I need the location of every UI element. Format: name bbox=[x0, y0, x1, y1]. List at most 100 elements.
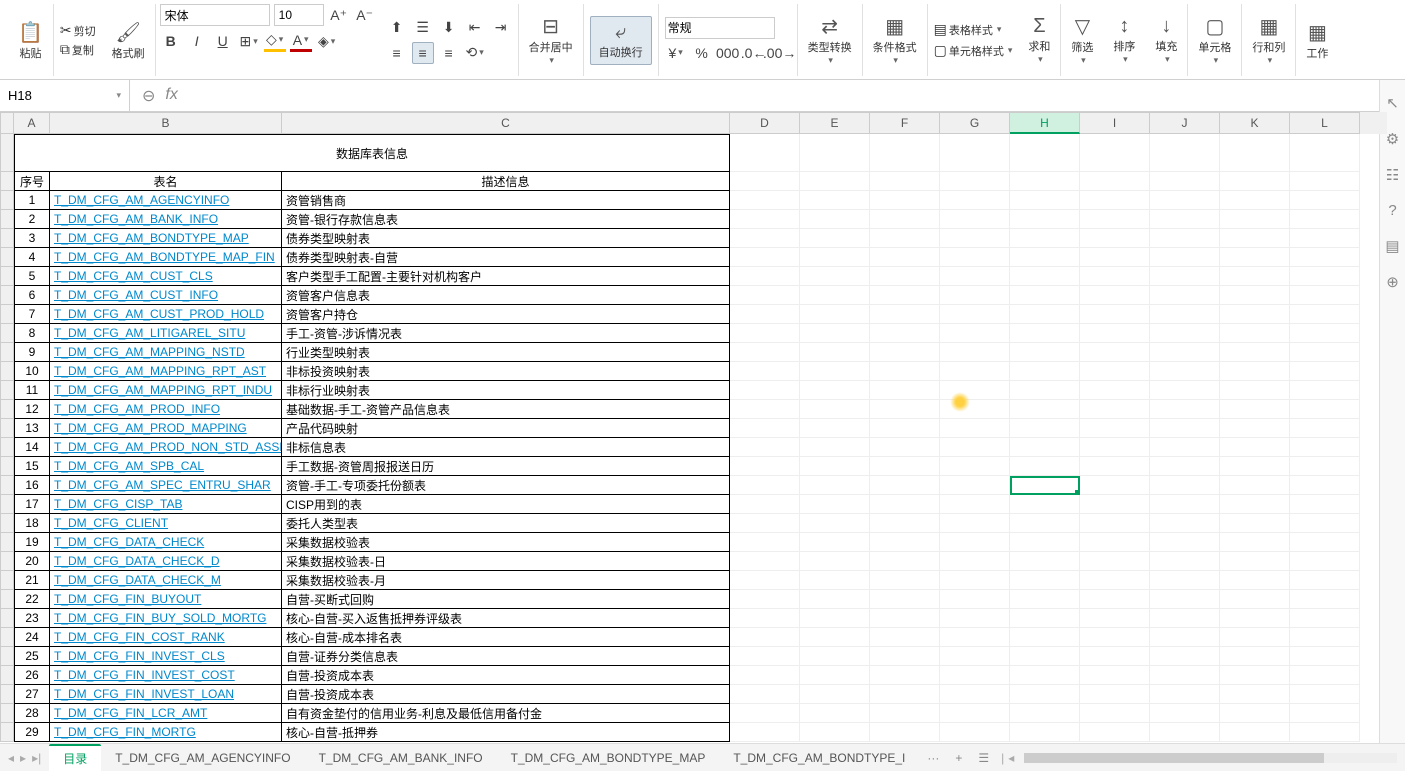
row-header[interactable] bbox=[0, 704, 14, 723]
filter-button[interactable]: ▽筛选 bbox=[1067, 12, 1097, 68]
row-header[interactable] bbox=[0, 552, 14, 571]
properties-icon[interactable]: ☷ bbox=[1386, 166, 1399, 184]
row-header[interactable] bbox=[0, 495, 14, 514]
table-link[interactable]: T_DM_CFG_FIN_MORTG bbox=[50, 723, 282, 742]
font-color-icon[interactable]: A bbox=[290, 30, 312, 52]
fill-color-icon[interactable]: ◇ bbox=[264, 30, 286, 52]
add-sheet-button[interactable]: + bbox=[947, 751, 970, 765]
decrease-decimal-icon[interactable]: .00→ bbox=[769, 42, 791, 64]
row-header[interactable] bbox=[0, 267, 14, 286]
tab-nav-prev-icon[interactable]: ▸ bbox=[20, 751, 26, 765]
align-top-icon[interactable]: ⬆ bbox=[386, 17, 408, 39]
select-all-corner[interactable] bbox=[0, 112, 14, 134]
align-center-icon[interactable]: ≡ bbox=[412, 42, 434, 64]
row-header[interactable] bbox=[0, 248, 14, 267]
table-link[interactable]: T_DM_CFG_FIN_INVEST_LOAN bbox=[50, 685, 282, 704]
horizontal-scrollbar[interactable] bbox=[1024, 753, 1397, 763]
table-link[interactable]: T_DM_CFG_AM_PROD_INFO bbox=[50, 400, 282, 419]
table-link[interactable]: T_DM_CFG_AM_MAPPING_NSTD bbox=[50, 343, 282, 362]
worksheet-button[interactable]: ▦工作 bbox=[1302, 18, 1332, 63]
col-header-C[interactable]: C bbox=[282, 112, 730, 134]
table-link[interactable]: T_DM_CFG_AM_MAPPING_RPT_AST bbox=[50, 362, 282, 381]
percent-icon[interactable]: % bbox=[691, 42, 713, 64]
table-link[interactable]: T_DM_CFG_AM_SPB_CAL bbox=[50, 457, 282, 476]
row-col-button[interactable]: ▦行和列 bbox=[1248, 12, 1289, 68]
paste-button[interactable]: 📋 粘贴 bbox=[14, 18, 47, 63]
table-link[interactable]: T_DM_CFG_CISP_TAB bbox=[50, 495, 282, 514]
hscroll-thumb[interactable] bbox=[1024, 753, 1324, 763]
align-middle-icon[interactable]: ☰ bbox=[412, 17, 434, 39]
font-size-select[interactable] bbox=[274, 4, 324, 26]
table-link[interactable]: T_DM_CFG_AM_BANK_INFO bbox=[50, 210, 282, 229]
align-left-icon[interactable]: ≡ bbox=[386, 42, 408, 64]
col-header-A[interactable]: A bbox=[14, 112, 50, 134]
row-header[interactable] bbox=[0, 210, 14, 229]
col-header-L[interactable]: L bbox=[1290, 112, 1360, 134]
row-header[interactable] bbox=[0, 685, 14, 704]
table-link[interactable]: T_DM_CFG_FIN_COST_RANK bbox=[50, 628, 282, 647]
row-header[interactable] bbox=[0, 533, 14, 552]
row-header[interactable] bbox=[0, 514, 14, 533]
row-header[interactable] bbox=[0, 647, 14, 666]
row-header[interactable] bbox=[0, 324, 14, 343]
table-link[interactable]: T_DM_CFG_DATA_CHECK bbox=[50, 533, 282, 552]
col-header-I[interactable]: I bbox=[1080, 112, 1150, 134]
help-icon[interactable]: ? bbox=[1388, 202, 1396, 219]
sheet-tab-active[interactable]: 目录 bbox=[49, 744, 101, 771]
tab-nav-last-icon[interactable]: ▸| bbox=[32, 751, 41, 765]
merge-center-button[interactable]: ⊟ 合并居中 bbox=[525, 12, 577, 68]
increase-font-icon[interactable]: A⁺ bbox=[328, 4, 350, 26]
copy-button[interactable]: ⧉复制 bbox=[60, 41, 94, 58]
row-header[interactable] bbox=[0, 438, 14, 457]
row-header[interactable] bbox=[0, 571, 14, 590]
decrease-font-icon[interactable]: A⁻ bbox=[354, 4, 376, 26]
table-link[interactable]: T_DM_CFG_CLIENT bbox=[50, 514, 282, 533]
cancel-formula-icon[interactable]: ⊖ bbox=[142, 86, 155, 106]
row-header[interactable] bbox=[0, 590, 14, 609]
row-header[interactable] bbox=[0, 172, 14, 191]
hscroll-left-icon[interactable]: ◂ bbox=[1008, 751, 1014, 765]
row-header[interactable] bbox=[0, 723, 14, 742]
currency-icon[interactable]: ¥ bbox=[665, 42, 687, 64]
cursor-icon[interactable]: ↖ bbox=[1386, 94, 1399, 112]
table-link[interactable]: T_DM_CFG_AM_PROD_NON_STD_ASSET bbox=[50, 438, 282, 457]
table-link[interactable]: T_DM_CFG_FIN_INVEST_COST bbox=[50, 666, 282, 685]
format-painter-button[interactable]: 🖌 格式刷 bbox=[108, 18, 149, 63]
clipboard-icon[interactable]: ▤ bbox=[1385, 237, 1399, 255]
sheet-tab[interactable]: T_DM_CFG_AM_BONDTYPE_MAP bbox=[497, 747, 720, 769]
fx-icon[interactable]: fx bbox=[165, 86, 177, 106]
row-header[interactable] bbox=[0, 457, 14, 476]
cut-button[interactable]: ✂剪切 bbox=[60, 22, 96, 39]
row-header[interactable] bbox=[0, 286, 14, 305]
col-header-E[interactable]: E bbox=[800, 112, 870, 134]
row-header[interactable] bbox=[0, 609, 14, 628]
row-header[interactable] bbox=[0, 628, 14, 647]
sheet-tab[interactable]: T_DM_CFG_AM_BANK_INFO bbox=[305, 747, 497, 769]
underline-icon[interactable]: U bbox=[212, 30, 234, 52]
tab-more[interactable]: ··· bbox=[919, 751, 947, 765]
indent-decrease-icon[interactable]: ⇤ bbox=[464, 17, 486, 39]
name-box[interactable]: H18 bbox=[0, 80, 130, 111]
col-header-F[interactable]: F bbox=[870, 112, 940, 134]
border-icon[interactable]: ⊞ bbox=[238, 30, 260, 52]
sort-button[interactable]: ↕排序 bbox=[1109, 13, 1139, 67]
sheet-tab[interactable]: T_DM_CFG_AM_AGENCYINFO bbox=[101, 747, 304, 769]
more-icon[interactable]: ⊕ bbox=[1386, 273, 1399, 291]
conditional-format-button[interactable]: ▦ 条件格式 bbox=[869, 12, 921, 68]
tab-nav-first-icon[interactable]: ◂ bbox=[8, 751, 14, 765]
table-link[interactable]: T_DM_CFG_DATA_CHECK_D bbox=[50, 552, 282, 571]
row-header[interactable] bbox=[0, 191, 14, 210]
row-header[interactable] bbox=[0, 229, 14, 248]
col-header-K[interactable]: K bbox=[1220, 112, 1290, 134]
table-link[interactable]: T_DM_CFG_AM_SPEC_ENTRU_SHAR bbox=[50, 476, 282, 495]
row-header[interactable] bbox=[0, 362, 14, 381]
sheet-tab[interactable]: T_DM_CFG_AM_BONDTYPE_I bbox=[719, 747, 919, 769]
table-link[interactable]: T_DM_CFG_FIN_INVEST_CLS bbox=[50, 647, 282, 666]
table-link[interactable]: T_DM_CFG_AM_CUST_INFO bbox=[50, 286, 282, 305]
cell-style-button[interactable]: ▢单元格样式 bbox=[934, 42, 1013, 59]
orientation-icon[interactable]: ⟲ bbox=[464, 42, 486, 64]
col-header-G[interactable]: G bbox=[940, 112, 1010, 134]
col-header-H[interactable]: H bbox=[1010, 112, 1080, 134]
indent-increase-icon[interactable]: ⇥ bbox=[490, 17, 512, 39]
col-header-D[interactable]: D bbox=[730, 112, 800, 134]
